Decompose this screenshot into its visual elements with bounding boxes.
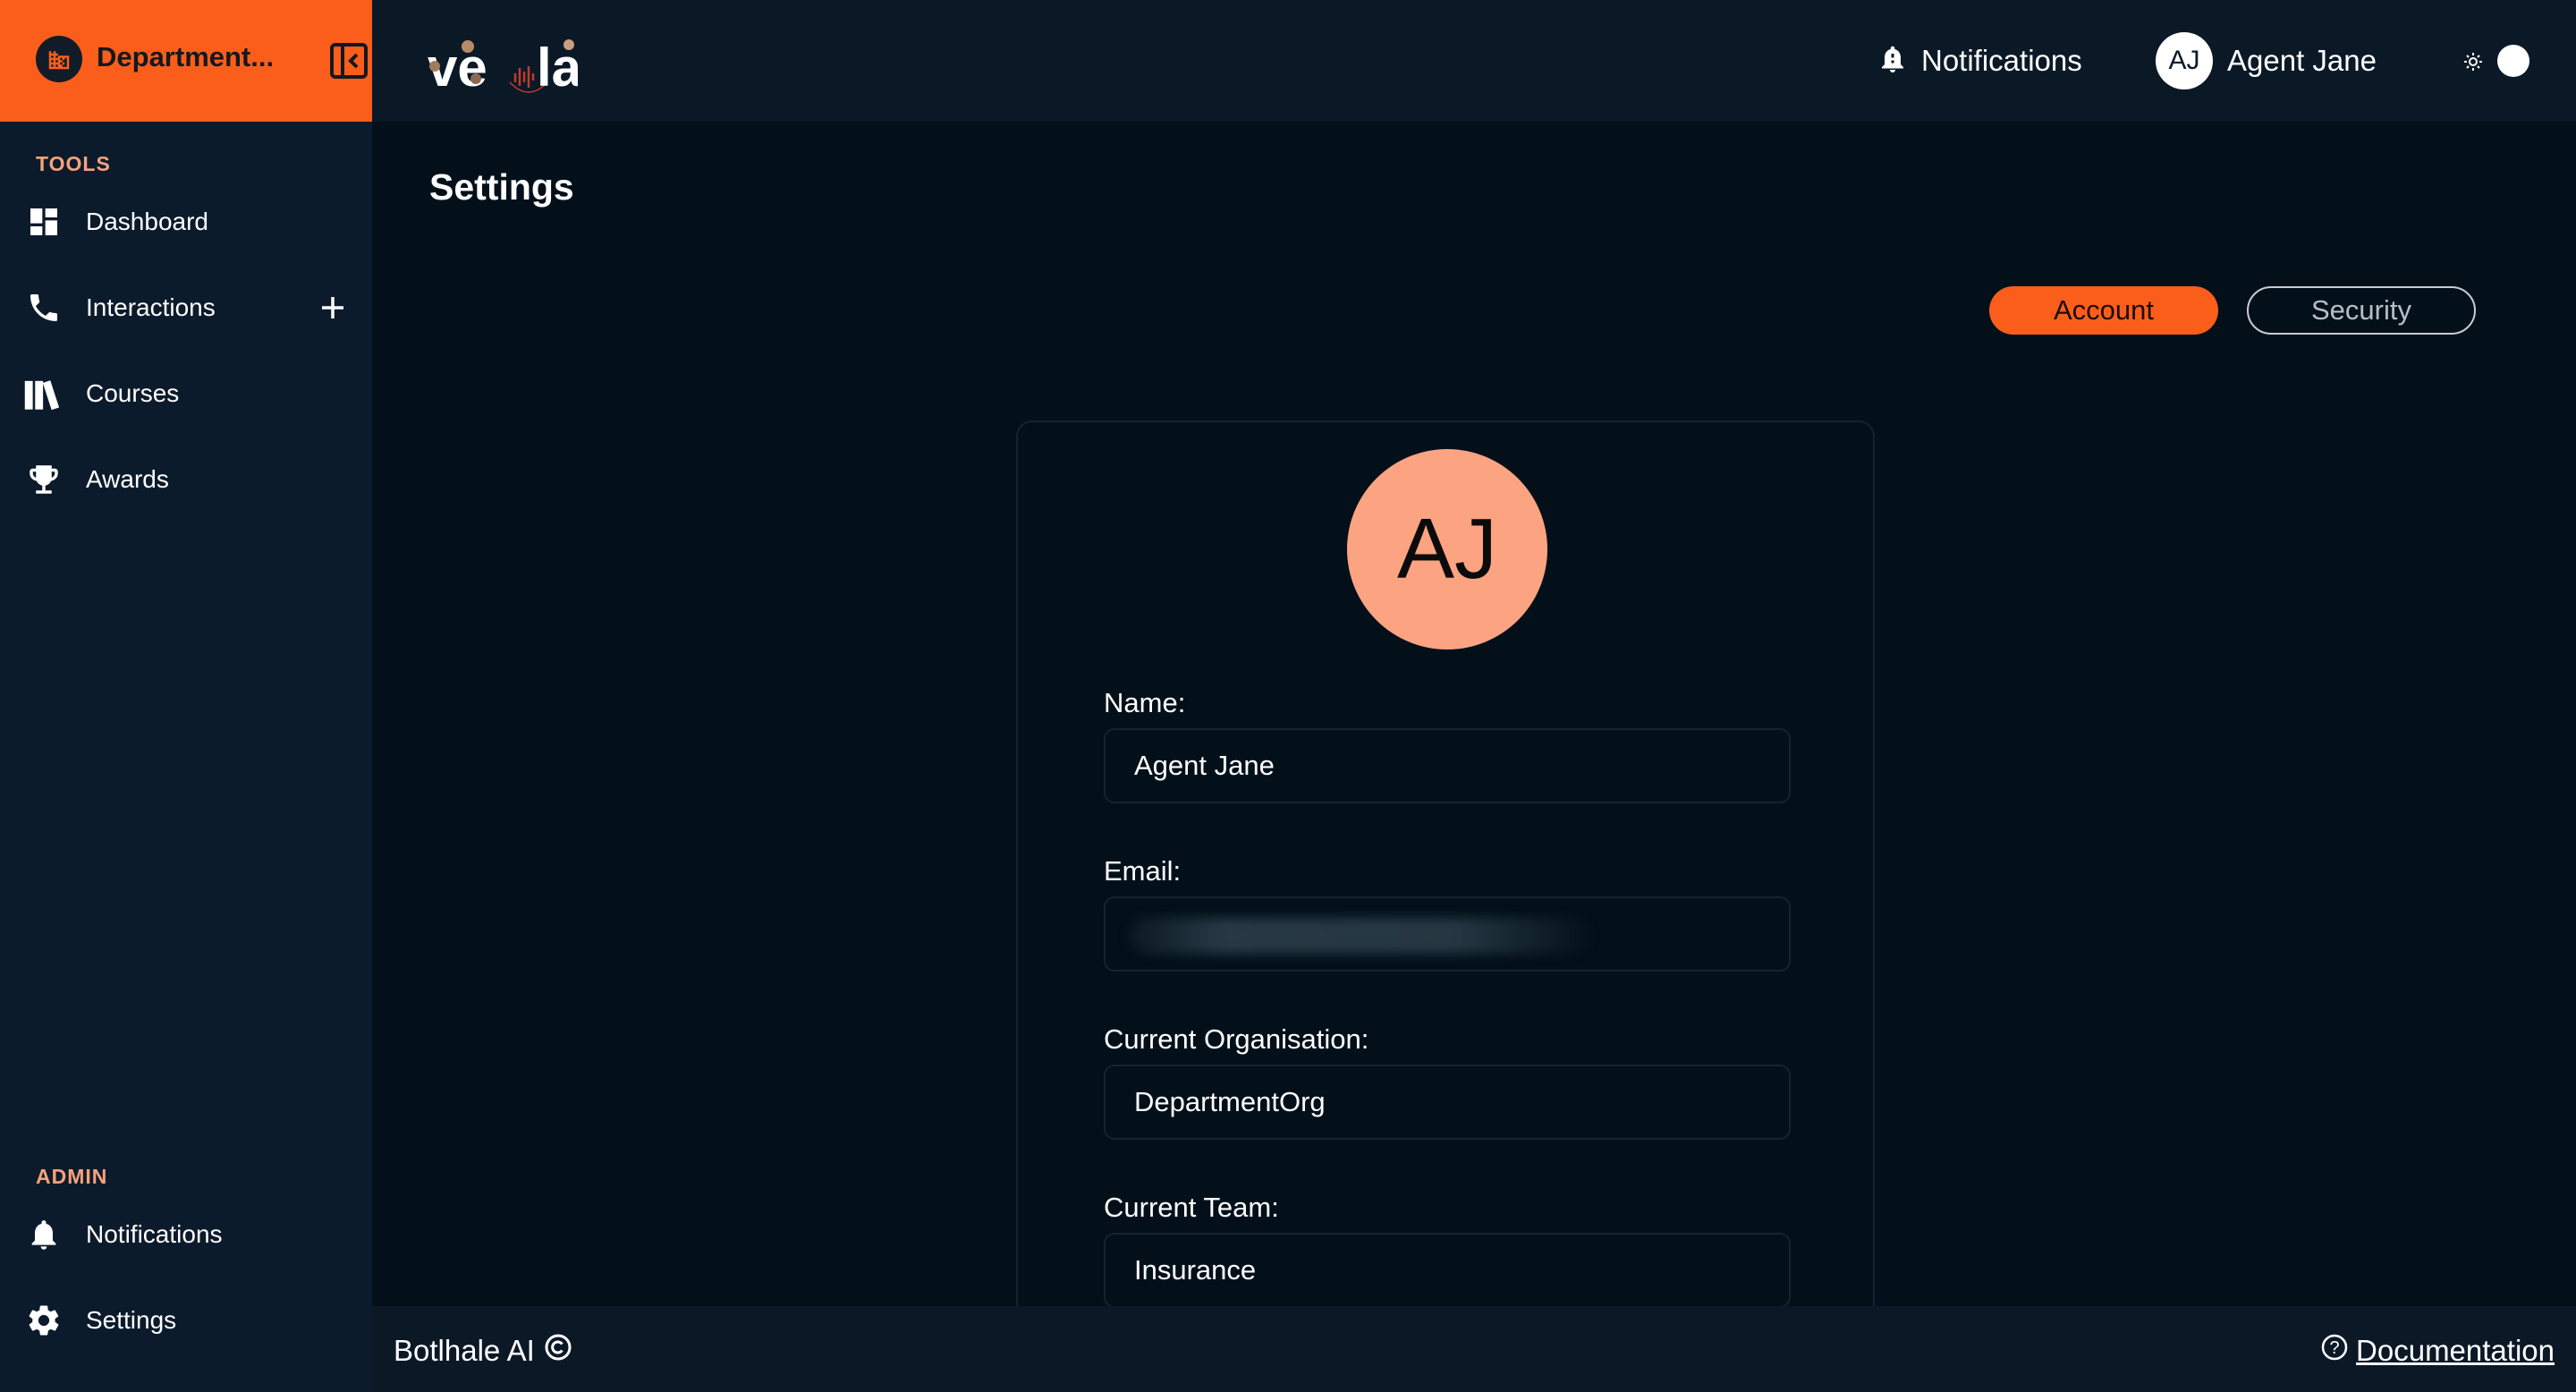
copyright-icon	[535, 1333, 572, 1369]
add-interaction-icon[interactable]	[315, 290, 351, 326]
org-switcher[interactable]: Department...	[0, 0, 372, 122]
svg-text:?: ?	[2329, 1338, 2339, 1358]
notifications-label: Notifications	[1921, 44, 2082, 77]
footer-brand: Botlhale AI	[394, 1333, 572, 1369]
sidebar-item-label: Awards	[86, 465, 169, 493]
name-label: Name:	[1104, 687, 1186, 718]
user-name: Agent Jane	[2227, 44, 2377, 77]
account-card: AJ Name: Agent Jane Email: Current Organ…	[1016, 420, 1875, 1315]
notifications-button[interactable]: Notifications	[1877, 38, 2082, 84]
trophy-icon	[23, 459, 64, 500]
sun-icon	[2463, 52, 2483, 72]
bell-icon	[1877, 41, 1909, 81]
sidebar-item-label: Interactions	[86, 293, 216, 321]
books-icon	[23, 373, 64, 414]
tab-security[interactable]: Security	[2247, 286, 2476, 335]
sidebar-item-label: Settings	[86, 1306, 177, 1334]
sidebar-item-label: Courses	[86, 379, 180, 407]
top-bar: ve la Notifications AJ Agent Jane	[372, 0, 2576, 122]
team-label: Current Team:	[1104, 1192, 1279, 1223]
bell-icon	[23, 1214, 64, 1255]
team-field[interactable]: Insurance	[1104, 1233, 1791, 1308]
sidebar: Department... TOOLS Dashboard Interactio…	[0, 0, 372, 1392]
building-icon	[36, 36, 82, 82]
documentation-label[interactable]: Documentation	[2356, 1334, 2555, 1368]
sidebar-item-dashboard[interactable]: Dashboard	[0, 190, 372, 254]
org-name: Department...	[97, 41, 275, 72]
sidebar-item-label: Dashboard	[86, 208, 208, 235]
email-label: Email:	[1104, 855, 1182, 887]
organisation-label: Current Organisation:	[1104, 1023, 1369, 1055]
user-menu[interactable]: AJ Agent Jane	[2156, 32, 2377, 89]
phone-icon	[23, 287, 64, 328]
sidebar-item-notifications[interactable]: Notifications	[0, 1202, 372, 1267]
brand-label: Botlhale AI	[394, 1334, 535, 1367]
dashboard-icon	[23, 201, 64, 242]
collapse-sidebar-icon[interactable]	[329, 41, 369, 81]
email-field[interactable]	[1104, 896, 1791, 972]
app-root: Department... TOOLS Dashboard Interactio…	[0, 0, 2576, 1392]
admin-section-label: ADMIN	[36, 1165, 108, 1188]
avatar: AJ	[2156, 32, 2213, 89]
redacted-email	[1129, 918, 1594, 954]
page-title: Settings	[429, 166, 574, 208]
name-field[interactable]: Agent Jane	[1104, 728, 1791, 803]
organisation-field[interactable]: DepartmentOrg	[1104, 1065, 1791, 1140]
vela-logo[interactable]: ve la	[426, 27, 582, 98]
sidebar-item-label: Notifications	[86, 1220, 223, 1248]
gear-icon	[23, 1300, 64, 1341]
sidebar-item-interactions[interactable]: Interactions	[0, 276, 372, 340]
help-icon: ?	[2320, 1333, 2349, 1369]
toggle-knob	[2497, 45, 2529, 77]
footer: Botlhale AI ? Documentation	[372, 1306, 2576, 1392]
sidebar-item-courses[interactable]: Courses	[0, 361, 372, 426]
sidebar-item-awards[interactable]: Awards	[0, 447, 372, 512]
profile-avatar: AJ	[1347, 449, 1547, 649]
tools-section-label: TOOLS	[36, 152, 111, 175]
tab-account[interactable]: Account	[1989, 286, 2218, 335]
sidebar-item-settings[interactable]: Settings	[0, 1288, 372, 1353]
theme-toggle[interactable]	[2456, 41, 2537, 81]
documentation-link[interactable]: ? Documentation	[2320, 1333, 2555, 1369]
